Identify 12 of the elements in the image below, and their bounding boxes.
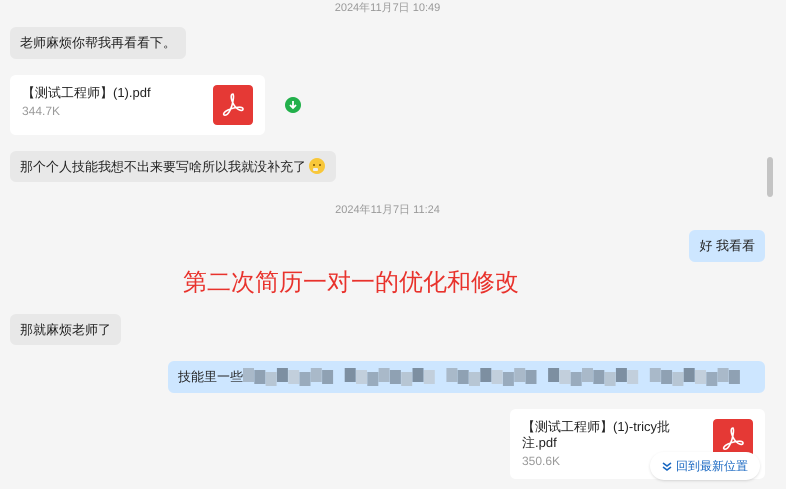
message-bubble: 好 我看看 [689, 230, 765, 262]
message-bubble: 那个个人技能我想不出来要写啥所以我就没补充了 [10, 150, 336, 182]
annotation-text: 第二次简历一对一的优化和修改 [183, 270, 519, 294]
timestamp: 2024年11月7日 10:49 [334, 3, 440, 14]
message-bubble: 技能里一些 [168, 361, 765, 392]
file-name: 【测试工程师】(1).pdf [22, 84, 152, 100]
file-name: 【测试工程师】(1)-tricy批注.pdf [522, 418, 672, 450]
timestamp: 2024年11月7日 11:24 [335, 205, 440, 216]
message-bubble: 那就麻烦老师了 [10, 314, 121, 345]
file-size: 350.6K [522, 452, 560, 468]
file-size: 344.7K [22, 102, 60, 118]
message-bubble: 老师麻烦你帮我再看看下。 [10, 27, 186, 58]
